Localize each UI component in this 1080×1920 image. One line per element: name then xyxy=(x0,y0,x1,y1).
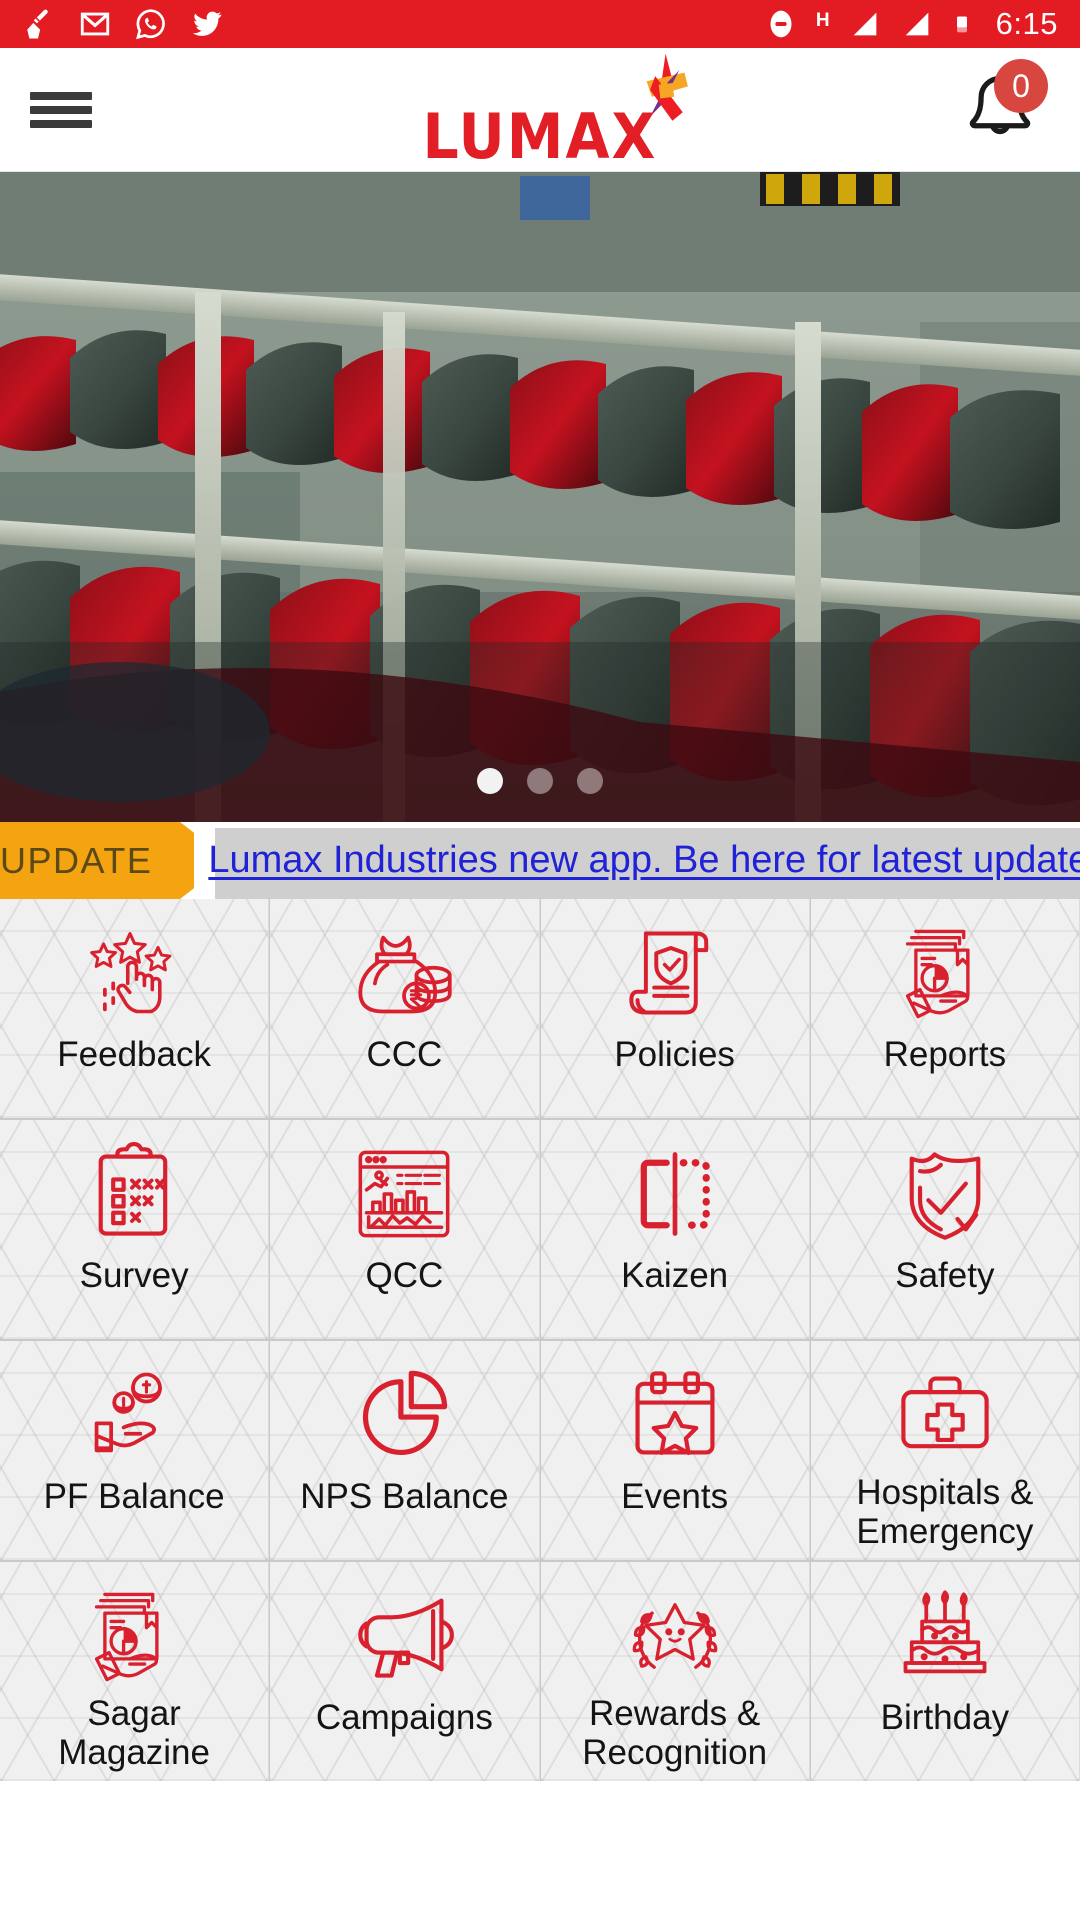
dashboard-charts-icon xyxy=(352,1142,456,1246)
money-bag-rupee-icon xyxy=(352,921,456,1025)
whatsapp-icon xyxy=(136,9,165,40)
tile-birthday[interactable]: Birthday xyxy=(810,1562,1080,1781)
birthday-cake-icon xyxy=(893,1584,997,1688)
bracket-dotted-icon xyxy=(623,1142,727,1246)
tile-label: Campaigns xyxy=(315,1698,493,1737)
tile-campaigns[interactable]: Campaigns xyxy=(270,1562,540,1781)
tile-label: Kaizen xyxy=(621,1256,729,1295)
tile-safety[interactable]: Safety xyxy=(810,1120,1080,1339)
gmail-icon xyxy=(80,12,110,36)
tile-label: Sagar Magazine xyxy=(58,1694,210,1773)
tile-kaizen[interactable]: Kaizen xyxy=(540,1120,810,1339)
documents-piechart-hand-icon xyxy=(82,1584,186,1688)
carousel-dot-3[interactable] xyxy=(577,768,603,794)
tile-policies[interactable]: Policies xyxy=(540,899,810,1118)
tile-label: Reports xyxy=(883,1035,1007,1074)
carousel-dot-2[interactable] xyxy=(527,768,553,794)
tile-events[interactable]: Events xyxy=(540,1341,810,1560)
network-type-label: H xyxy=(815,10,830,31)
signal-bars-icon xyxy=(853,12,876,36)
broom-cleaner-icon xyxy=(27,9,48,39)
scroll-shield-check-icon xyxy=(623,921,727,1025)
brand-name: LUMAX xyxy=(422,99,658,173)
tile-qcc[interactable]: QCC xyxy=(270,1120,540,1339)
tile-pf-balance[interactable]: PF Balance xyxy=(0,1341,270,1560)
menu-grid: Feedback CCC Policies Reports Survey QCC… xyxy=(0,899,1080,1781)
pie-chart-icon xyxy=(352,1363,456,1467)
megaphone-icon xyxy=(352,1584,456,1688)
clock-label: 6:15 xyxy=(995,6,1058,41)
tile-label: NPS Balance xyxy=(300,1477,509,1516)
tile-label: Birthday xyxy=(880,1698,1010,1737)
signal-bars-2-icon xyxy=(905,12,928,36)
calendar-star-icon xyxy=(623,1363,727,1467)
tile-label: Safety xyxy=(895,1256,995,1295)
tile-label: QCC xyxy=(365,1256,444,1295)
shield-check-icon xyxy=(893,1142,997,1246)
tile-label: Feedback xyxy=(57,1035,211,1074)
tile-label: Survey xyxy=(79,1256,189,1295)
ticker-message-link[interactable]: Lumax Industries new app. Be here for la… xyxy=(208,839,1080,882)
do-not-disturb-icon xyxy=(770,10,792,38)
status-bar-left-icons xyxy=(22,7,224,41)
stars-hand-rating-icon xyxy=(82,921,186,1025)
documents-piechart-hand-icon xyxy=(893,921,997,1025)
status-bar-right-icons: H 6:15 xyxy=(764,6,1058,42)
hamburger-menu-icon[interactable] xyxy=(30,86,92,134)
tile-label: PF Balance xyxy=(43,1477,225,1516)
star-laurel-icon xyxy=(623,1584,727,1688)
status-bar: H 6:15 xyxy=(0,0,1080,48)
notification-badge: 0 xyxy=(994,58,1048,113)
app-logo: LUMAX xyxy=(422,48,689,173)
first-aid-kit-icon xyxy=(893,1363,997,1467)
ticker-message-area: Lumax Industries new app. Be here for la… xyxy=(194,822,1080,899)
notifications-button[interactable]: 0 xyxy=(958,58,1048,153)
tile-sagar-magazine[interactable]: Sagar Magazine xyxy=(0,1562,270,1781)
tile-label: Hospitals & Emergency xyxy=(856,1473,1034,1552)
hand-coins-icon xyxy=(82,1363,186,1467)
tile-hospitals-emergency[interactable]: Hospitals & Emergency xyxy=(810,1341,1080,1560)
tile-reports[interactable]: Reports xyxy=(810,899,1080,1118)
battery-icon xyxy=(956,16,967,33)
tile-survey[interactable]: Survey xyxy=(0,1120,270,1339)
tile-rewards-recognition[interactable]: Rewards & Recognition xyxy=(540,1562,810,1781)
clipboard-checklist-icon xyxy=(82,1142,186,1246)
tile-ccc[interactable]: CCC xyxy=(270,899,540,1118)
update-tag: UPDATE xyxy=(0,822,195,899)
tile-label: Rewards & Recognition xyxy=(582,1694,768,1773)
carousel-dot-1[interactable] xyxy=(477,768,503,794)
twitter-icon xyxy=(192,11,222,36)
tile-label: CCC xyxy=(366,1035,443,1074)
hero-carousel[interactable] xyxy=(0,172,1080,822)
app-header: LUMAX 0 xyxy=(0,48,1080,172)
update-tag-label: UPDATE xyxy=(0,839,153,881)
tile-label: Policies xyxy=(614,1035,735,1074)
carousel-dots[interactable] xyxy=(0,768,1080,794)
tile-label: Events xyxy=(621,1477,729,1516)
tile-nps-balance[interactable]: NPS Balance xyxy=(270,1341,540,1560)
tile-feedback[interactable]: Feedback xyxy=(0,899,270,1118)
carousel-image xyxy=(0,172,1080,822)
update-ticker: UPDATE Lumax Industries new app. Be here… xyxy=(0,822,1080,899)
